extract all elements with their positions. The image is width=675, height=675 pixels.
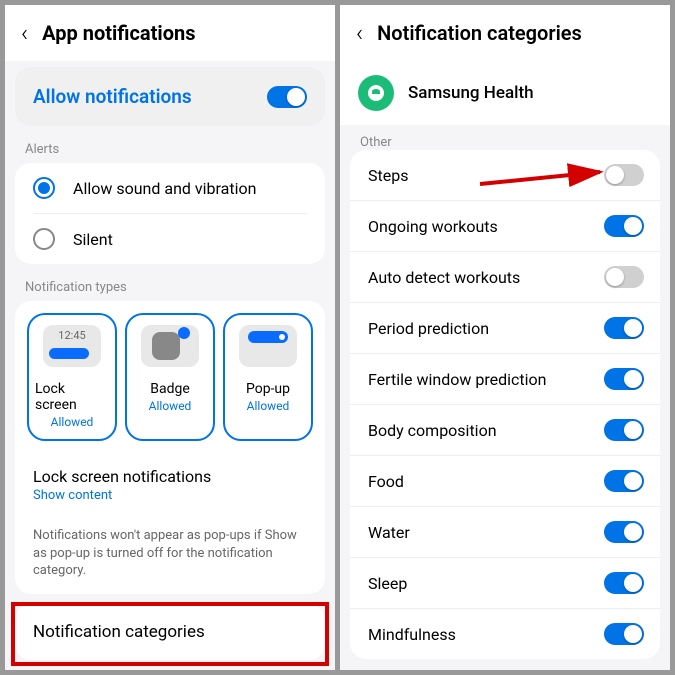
lock-screen-icon: 12:45 bbox=[43, 325, 101, 367]
allow-notifications-toggle[interactable] bbox=[267, 86, 307, 108]
back-icon[interactable]: ‹ bbox=[356, 19, 363, 47]
category-row[interactable]: Steps bbox=[350, 150, 660, 201]
category-label: Sleep bbox=[368, 574, 604, 593]
samsung-health-icon bbox=[358, 75, 394, 111]
type-lock-screen[interactable]: 12:45 Lock screen Allowed bbox=[27, 313, 117, 441]
radio-icon bbox=[33, 228, 55, 250]
type-popup[interactable]: Pop-up Allowed bbox=[223, 313, 313, 441]
category-row[interactable]: Food bbox=[350, 456, 660, 507]
screen-notification-categories: ‹ Notification categories Samsung Health… bbox=[340, 5, 670, 670]
category-toggle[interactable] bbox=[604, 572, 644, 594]
alert-label: Allow sound and vibration bbox=[73, 179, 256, 198]
category-row[interactable]: Period prediction bbox=[350, 303, 660, 354]
category-label: Fertile window prediction bbox=[368, 370, 604, 389]
page-title: Notification categories bbox=[377, 21, 582, 45]
radio-icon bbox=[33, 177, 55, 199]
category-toggle[interactable] bbox=[604, 317, 644, 339]
alert-option-sound-vibration[interactable]: Allow sound and vibration bbox=[15, 163, 325, 213]
app-identity-row: Samsung Health bbox=[340, 61, 670, 125]
hint-text: Notifications won't appear as pop-ups if… bbox=[15, 517, 325, 594]
allow-notifications-label: Allow notifications bbox=[33, 85, 267, 108]
header: ‹ Notification categories bbox=[340, 5, 670, 61]
screen-app-notifications: ‹ App notifications Allow notifications … bbox=[5, 5, 335, 670]
category-toggle[interactable] bbox=[604, 368, 644, 390]
category-label: Mindfulness bbox=[368, 625, 604, 644]
highlight-annotation bbox=[11, 602, 329, 666]
category-row[interactable]: Auto detect workouts bbox=[350, 252, 660, 303]
category-toggle[interactable] bbox=[604, 521, 644, 543]
category-label: Body composition bbox=[368, 421, 604, 440]
category-label: Water bbox=[368, 523, 604, 542]
types-section-label: Notification types bbox=[5, 270, 335, 295]
category-toggle[interactable] bbox=[604, 215, 644, 237]
lock-screen-notifications-row[interactable]: Lock screen notifications Show content bbox=[15, 453, 325, 517]
notification-categories-row[interactable]: Notification categories bbox=[15, 604, 325, 660]
back-icon[interactable]: ‹ bbox=[21, 19, 28, 47]
categories-list: Steps Ongoing workouts Auto detect workout… bbox=[350, 150, 660, 659]
category-toggle[interactable] bbox=[604, 164, 644, 186]
alerts-section-label: Alerts bbox=[5, 132, 335, 157]
category-label: Steps bbox=[368, 166, 604, 185]
category-row[interactable]: Body composition bbox=[350, 405, 660, 456]
types-section: 12:45 Lock screen Allowed Badge Allowed … bbox=[15, 301, 325, 594]
category-row[interactable]: Water bbox=[350, 507, 660, 558]
page-title: App notifications bbox=[42, 21, 195, 45]
lock-screen-notifications-sub: Show content bbox=[33, 488, 307, 503]
category-row[interactable]: Ongoing workouts bbox=[350, 201, 660, 252]
alert-option-silent[interactable]: Silent bbox=[15, 214, 325, 264]
type-status: Allowed bbox=[149, 399, 192, 413]
category-row[interactable]: Sleep bbox=[350, 558, 660, 609]
category-row[interactable]: Fertile window prediction bbox=[350, 354, 660, 405]
category-toggle[interactable] bbox=[604, 419, 644, 441]
type-label: Badge bbox=[150, 381, 190, 397]
alert-label: Silent bbox=[73, 230, 113, 249]
type-label: Lock screen bbox=[35, 381, 109, 413]
popup-icon bbox=[239, 325, 297, 367]
lock-screen-notifications-label: Lock screen notifications bbox=[33, 467, 307, 486]
category-label: Ongoing workouts bbox=[368, 217, 604, 236]
category-toggle[interactable] bbox=[604, 623, 644, 645]
type-status: Allowed bbox=[51, 415, 94, 429]
category-toggle[interactable] bbox=[604, 266, 644, 288]
type-label: Pop-up bbox=[246, 381, 290, 397]
other-section-label: Other bbox=[340, 125, 670, 150]
allow-notifications-row[interactable]: Allow notifications bbox=[15, 67, 325, 126]
alerts-section: Allow sound and vibration Silent bbox=[15, 163, 325, 264]
type-status: Allowed bbox=[247, 399, 290, 413]
app-name: Samsung Health bbox=[408, 83, 534, 103]
category-label: Auto detect workouts bbox=[368, 268, 604, 287]
category-toggle[interactable] bbox=[604, 470, 644, 492]
category-row[interactable]: Mindfulness bbox=[350, 609, 660, 659]
category-label: Food bbox=[368, 472, 604, 491]
badge-icon bbox=[141, 325, 199, 367]
category-label: Period prediction bbox=[368, 319, 604, 338]
header: ‹ App notifications bbox=[5, 5, 335, 61]
type-badge[interactable]: Badge Allowed bbox=[125, 313, 215, 441]
